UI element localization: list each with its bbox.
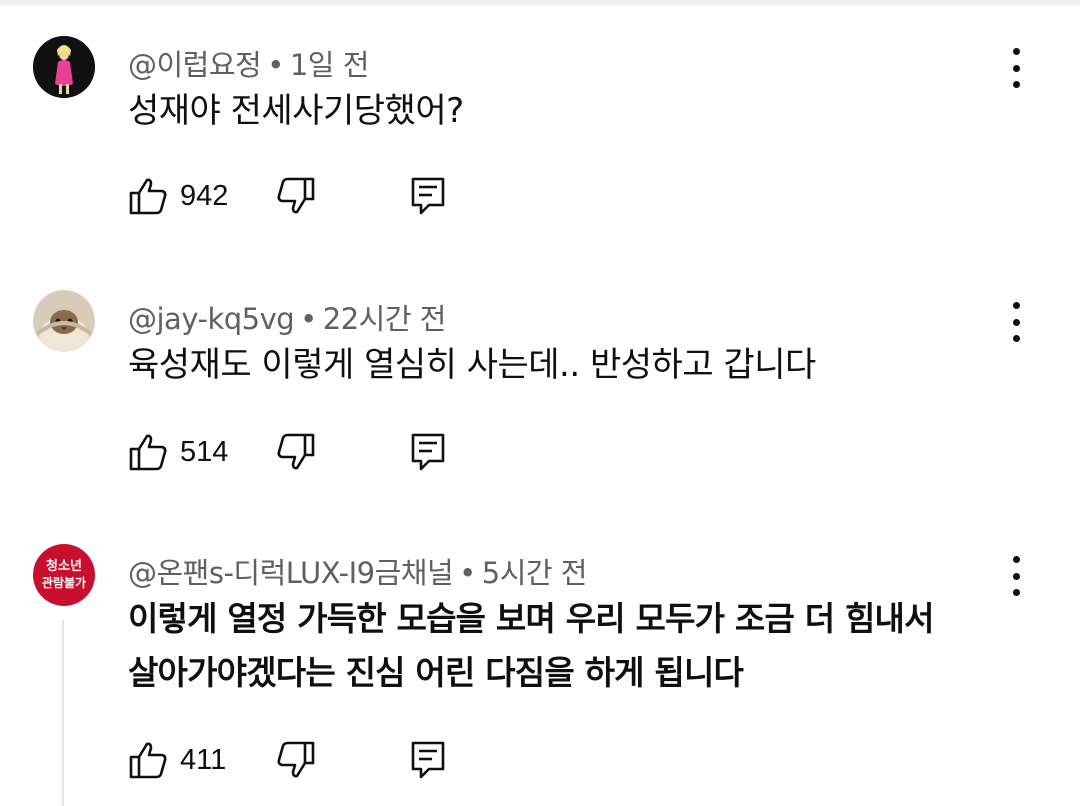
more-vert-icon[interactable] [1000,556,1032,596]
avatar[interactable]: 청소년 관람불가 [33,544,95,606]
comment-text-line-1: 이렇게 열정 가득한 모습을 보며 우리 모두가 조금 더 힘내서 [128,599,934,638]
meta-separator: • [300,302,317,336]
meta-separator: • [459,556,476,590]
comment-author[interactable]: @jay-kq5vg [128,302,295,336]
avatar-cat-icon [33,290,95,352]
badge-line-1: 청소년 [46,559,82,574]
thumbs-up-icon[interactable] [128,176,168,216]
comment-actions: 942 [128,176,468,216]
thumbs-up-icon[interactable] [128,740,168,780]
badge-line-2: 관람불가 [41,576,87,590]
comment-meta: @온팬s-디럭LUX-I9금채널 • 5시간 전 [128,550,588,592]
comment-time[interactable]: 1일 전 [290,48,370,82]
reply-icon[interactable] [408,740,448,780]
avatar-figure-icon [33,36,95,98]
avatar[interactable] [33,36,95,98]
like-count: 411 [180,744,227,776]
reply-icon[interactable] [408,176,448,216]
comment-author[interactable]: @이럽요정 [128,48,262,82]
comment-actions: 514 [128,432,468,472]
thread-line [62,620,64,806]
reply-icon[interactable] [408,432,448,472]
thumbs-down-icon[interactable] [276,432,316,472]
more-vert-icon[interactable] [1000,48,1032,88]
comment-author[interactable]: @온팬s-디럭LUX-I9금채널 [128,556,454,590]
comment-time[interactable]: 5시간 전 [482,556,588,590]
comment-time[interactable]: 22시간 전 [323,302,447,336]
comment-text: 육성재도 이렇게 열심히 사는데.. 반성하고 갑니다 [128,345,816,385]
comment-meta: @jay-kq5vg • 22시간 전 [128,296,446,338]
more-vert-icon[interactable] [1000,302,1032,342]
like-count: 942 [180,180,229,212]
comment-actions: 411 [128,740,468,780]
comment-text: 성재야 전세사기당했어? [128,91,464,131]
thumbs-down-icon[interactable] [276,176,316,216]
meta-separator: • [267,48,284,82]
top-divider [0,0,1080,5]
like-count: 514 [180,436,229,468]
comment-text-line-2: 살아가야겠다는 진심 어린 다짐을 하게 됩니다 [128,653,744,692]
comment-meta: @이럽요정 • 1일 전 [128,42,369,84]
avatar[interactable] [33,290,95,352]
thumbs-down-icon[interactable] [276,740,316,780]
thumbs-up-icon[interactable] [128,432,168,472]
